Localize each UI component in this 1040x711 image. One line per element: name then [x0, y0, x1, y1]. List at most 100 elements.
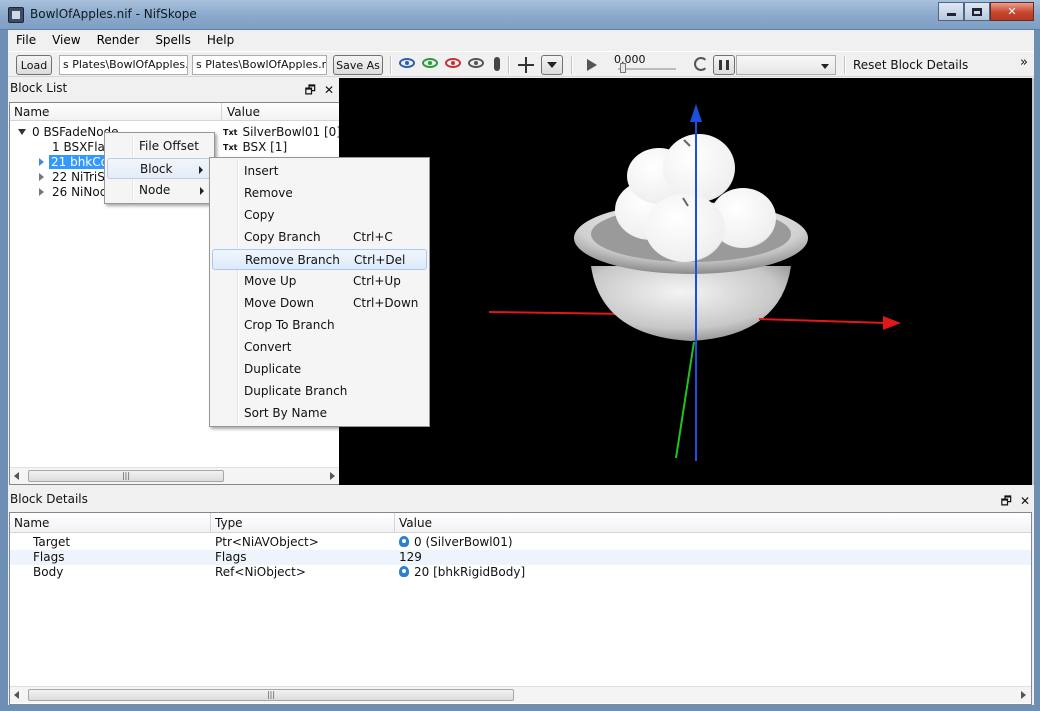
- block-details-table[interactable]: Name Type Value Target Ptr<NiAVObject> 0…: [9, 512, 1032, 705]
- row-name: Flags: [33, 550, 65, 564]
- scroll-right-icon[interactable]: [330, 472, 335, 480]
- scroll-right-icon[interactable]: [1021, 691, 1026, 699]
- animation-select[interactable]: [736, 55, 836, 75]
- dock-close-icon[interactable]: ✕: [1020, 491, 1030, 511]
- scrollbar-thumb[interactable]: |||: [28, 689, 514, 701]
- maximize-icon: [972, 7, 982, 16]
- dock-float-icon[interactable]: 🗗: [305, 80, 316, 100]
- tree-row-name: 21 bhkCo: [49, 155, 110, 169]
- axis-toggle-icon-vertical: [525, 57, 527, 73]
- bowl-body: [591, 266, 791, 341]
- tree-row-value: Txt SilverBowl01 [0]: [223, 125, 341, 139]
- menu-bar: File View Render Spells Help: [8, 30, 1034, 50]
- expand-right-icon[interactable]: [39, 188, 44, 196]
- link-icon: [399, 536, 409, 547]
- menu-item-copy-branch[interactable]: Copy Branch Ctrl+C: [212, 227, 427, 248]
- row-name: Body: [33, 565, 64, 579]
- load-button[interactable]: Load: [16, 55, 52, 75]
- save-path-input[interactable]: s Plates\BowlOfApples.nif: [192, 55, 327, 75]
- time-slider-thumb[interactable]: [620, 63, 626, 73]
- close-icon: ✕: [1007, 5, 1017, 18]
- column-header-value[interactable]: Value: [227, 105, 260, 119]
- context-menu: File Offset Block Node: [104, 132, 215, 204]
- menu-item-move-down[interactable]: Move Down Ctrl+Down: [212, 293, 427, 314]
- eye-green-icon[interactable]: [422, 58, 438, 68]
- menu-item-file-offset[interactable]: File Offset: [107, 136, 212, 157]
- menu-item-move-up[interactable]: Move Up Ctrl+Up: [212, 271, 427, 292]
- scroll-left-icon[interactable]: [14, 691, 19, 699]
- close-button[interactable]: ✕: [990, 2, 1034, 21]
- row-type: Ptr<NiAVObject>: [215, 535, 319, 549]
- column-header-name[interactable]: Name: [14, 105, 49, 119]
- step-button[interactable]: [713, 55, 735, 75]
- txt-icon: Txt: [223, 128, 238, 137]
- menu-view[interactable]: View: [44, 33, 88, 47]
- minimize-icon: [946, 13, 956, 16]
- row-type: Flags: [215, 550, 247, 564]
- menu-item-remove[interactable]: Remove: [212, 183, 427, 204]
- window-controls: ✕: [938, 2, 1034, 21]
- dock-close-icon[interactable]: ✕: [324, 80, 334, 100]
- block-list-title: Block List: [10, 81, 68, 95]
- column-header-type[interactable]: Type: [215, 516, 243, 530]
- menu-item-crop-to-branch[interactable]: Crop To Branch: [212, 315, 427, 336]
- menu-file[interactable]: File: [8, 33, 44, 47]
- menu-item-node[interactable]: Node: [107, 180, 212, 201]
- block-details-title: Block Details: [10, 492, 88, 506]
- column-header-name[interactable]: Name: [14, 516, 49, 530]
- menu-item-block[interactable]: Block: [107, 158, 212, 179]
- menu-spells[interactable]: Spells: [147, 33, 199, 47]
- eye-gray-icon[interactable]: [468, 58, 484, 68]
- save-as-button[interactable]: Save As: [333, 55, 383, 75]
- block-details-horizontal-scrollbar[interactable]: |||: [10, 686, 1031, 703]
- expand-right-icon[interactable]: [39, 158, 44, 166]
- loop-icon[interactable]: [694, 57, 708, 71]
- tree-row-name: 26 NiNod: [52, 185, 108, 199]
- table-row[interactable]: Flags Flags 129: [10, 550, 1031, 565]
- reset-block-details-button[interactable]: Reset Block Details: [853, 58, 968, 72]
- footprints-icon[interactable]: [494, 57, 500, 71]
- toolbar: Load s Plates\BowlOfApples.nif s Plates\…: [8, 51, 1034, 77]
- table-row[interactable]: Body Ref<NiObject> 20 [bhkRigidBody]: [10, 565, 1031, 580]
- menu-item-remove-branch[interactable]: Remove Branch Ctrl+Del: [212, 249, 427, 270]
- scrollbar-thumb[interactable]: |||: [28, 470, 224, 482]
- window-title: BowlOfApples.nif - NifSkope: [30, 7, 197, 21]
- menu-render[interactable]: Render: [89, 33, 148, 47]
- time-slider-track[interactable]: [618, 68, 676, 70]
- table-row[interactable]: Target Ptr<NiAVObject> 0 (SilverBowl01): [10, 535, 1031, 550]
- minimize-button[interactable]: [938, 2, 964, 21]
- column-header-value[interactable]: Value: [399, 516, 432, 530]
- x-axis-line-left: [488, 311, 630, 315]
- y-axis-line: [675, 341, 695, 459]
- block-list-horizontal-scrollbar[interactable]: |||: [10, 467, 340, 484]
- menu-help[interactable]: Help: [199, 33, 242, 47]
- load-path-input[interactable]: s Plates\BowlOfApples.nif: [59, 55, 188, 75]
- render-viewport[interactable]: [339, 78, 1032, 485]
- row-value: 129: [399, 550, 422, 564]
- expand-down-icon[interactable]: [18, 129, 26, 135]
- menu-item-duplicate[interactable]: Duplicate: [212, 359, 427, 380]
- menu-item-convert[interactable]: Convert: [212, 337, 427, 358]
- toolbar-separator: [508, 56, 510, 74]
- view-dropdown-button[interactable]: [541, 55, 563, 75]
- column-divider: [210, 513, 211, 533]
- play-icon[interactable]: [587, 59, 597, 71]
- eye-blue-icon[interactable]: [399, 58, 415, 68]
- block-submenu: Insert Remove Copy Copy Branch Ctrl+C Rem…: [209, 157, 430, 427]
- menu-item-insert[interactable]: Insert: [212, 161, 427, 182]
- apple: [663, 134, 735, 202]
- toolbar-overflow-icon[interactable]: »: [1020, 55, 1028, 70]
- eye-red-icon[interactable]: [445, 58, 461, 68]
- submenu-arrow-icon: [200, 187, 204, 195]
- row-type: Ref<NiObject>: [215, 565, 306, 579]
- menu-item-sort-by-name[interactable]: Sort By Name: [212, 403, 427, 424]
- dock-float-icon[interactable]: 🗗: [1001, 491, 1012, 511]
- expand-right-icon[interactable]: [39, 173, 44, 181]
- scroll-left-icon[interactable]: [14, 472, 19, 480]
- menu-item-duplicate-branch[interactable]: Duplicate Branch: [212, 381, 427, 402]
- apple: [645, 194, 725, 262]
- menu-item-copy[interactable]: Copy: [212, 205, 427, 226]
- pause-icon: [719, 60, 729, 70]
- link-icon: [399, 566, 409, 577]
- maximize-button[interactable]: [964, 2, 990, 21]
